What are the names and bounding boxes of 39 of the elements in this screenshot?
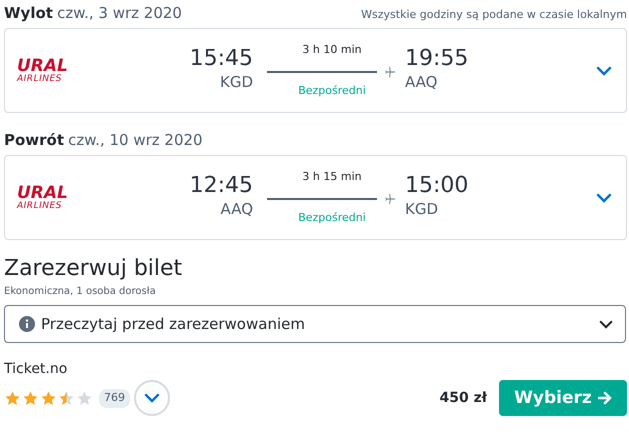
- expand-chevron-icon[interactable]: [596, 66, 612, 76]
- airport-code: KGD: [405, 199, 438, 220]
- plane-icon: [383, 192, 397, 206]
- timezone-note: Wszystkie godziny są podane w czasie lokalnym: [361, 7, 627, 23]
- airline-logo: URAL AIRLINES: [17, 184, 68, 210]
- chevron-icon: [144, 393, 160, 404]
- arrival-time: 19:55: [405, 47, 468, 72]
- price: 450 zł: [440, 388, 487, 408]
- star-icon: [22, 390, 39, 407]
- stops-label: Bezpośredni: [298, 210, 366, 226]
- arrow-right-icon: [598, 391, 612, 406]
- airport-code: AAQ: [405, 72, 438, 94]
- airline-logo: URAL AIRLINES: [17, 58, 68, 84]
- chevron-icon: [599, 320, 613, 329]
- star-icon: [40, 390, 57, 407]
- stops-label: Bezpośredni: [298, 82, 366, 98]
- departure-time: 12:45: [190, 174, 253, 198]
- plane-icon: [383, 64, 397, 78]
- flight-duration: 3 h 15 min: [302, 169, 362, 185]
- leg-label: Powrót: [4, 131, 64, 149]
- star-icon: [76, 390, 93, 407]
- info-icon: [19, 316, 35, 332]
- departure-time: 15:45: [190, 47, 253, 72]
- airport-code: AAQ: [220, 199, 253, 220]
- booking-title: Zarezerwuj bilet: [4, 256, 184, 282]
- review-count: 769: [99, 389, 130, 408]
- leg-label: Wylot: [4, 4, 53, 22]
- airport-code: KGD: [220, 72, 253, 94]
- provider-name: Ticket.no: [4, 360, 68, 380]
- expand-button[interactable]: [134, 380, 170, 416]
- info-dropdown[interactable]: Przeczytaj przed zarezerwowaniem: [4, 305, 626, 344]
- fare-details: Ekonomiczna, 1 osoba dorosła: [4, 285, 157, 300]
- arrival-time: 15:00: [405, 174, 468, 198]
- flight-duration: 3 h 10 min: [302, 42, 362, 58]
- star-icon: [4, 390, 21, 407]
- expand-chevron-icon[interactable]: [596, 192, 612, 202]
- leg-date: czw., 10 wrz 2020: [68, 131, 203, 149]
- leg-date: czw., 3 wrz 2020: [57, 4, 182, 22]
- star-icon: [58, 390, 75, 407]
